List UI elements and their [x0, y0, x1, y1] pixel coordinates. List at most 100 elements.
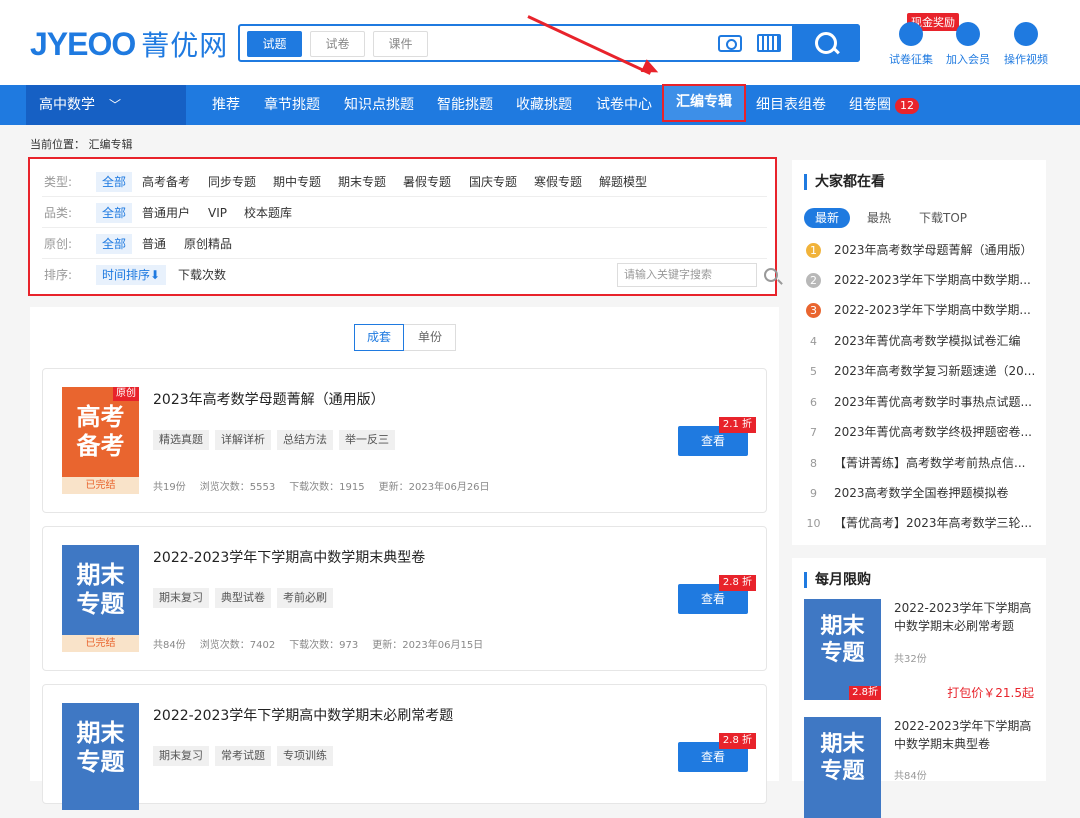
logo-latin: JYEOO	[30, 26, 136, 62]
trophy-icon	[899, 22, 923, 46]
hot-item-title: 【菁优高考】2023年高考数学三轮...	[834, 516, 1032, 530]
filter-option[interactable]: 全部	[96, 203, 133, 223]
vip-icon	[956, 22, 980, 46]
filter-option[interactable]: 解题模型	[599, 167, 647, 197]
album-title[interactable]: 2022-2023学年下学期高中数学期末必刷常考题	[153, 705, 453, 725]
play-icon	[1014, 22, 1038, 46]
sort-by-downloads[interactable]: 下载次数	[178, 260, 226, 290]
search-tab-papers[interactable]: 试卷	[310, 31, 365, 57]
search-tab-questions[interactable]: 试题	[247, 31, 302, 57]
album-title[interactable]: 2022-2023学年下学期高中数学期末典型卷	[153, 547, 425, 567]
filter-option[interactable]: 同步专题	[208, 167, 256, 197]
main-nav: 高中数学 ﹀ 推荐 章节挑题 知识点挑题 智能挑题 收藏挑题 试卷中心 汇编专辑 …	[0, 84, 1080, 125]
hot-item-title: 2022-2023学年下学期高中数学期...	[834, 303, 1031, 317]
camera-icon[interactable]	[718, 35, 742, 52]
keyword-search-input[interactable]: 请输入关键字搜索	[617, 263, 757, 287]
hot-item[interactable]: 6 2023年菁优高考数学时事热点试题...	[806, 393, 1041, 411]
medal-gold-icon: 1	[806, 243, 821, 258]
filter-option[interactable]: 国庆专题	[469, 167, 517, 197]
view-button[interactable]: 查看 2.1 折	[678, 417, 756, 456]
hot-title: 大家都在看	[804, 174, 885, 190]
site-logo[interactable]: JYEOO 菁优网	[30, 24, 228, 64]
toggle-single[interactable]: 单份	[405, 325, 455, 350]
join-member-link[interactable]: 加入会员	[938, 22, 998, 67]
album-tags: 精选真题 详解详析 总结方法 举一反三	[153, 430, 401, 450]
limited-cover[interactable]: 期末 专题	[804, 717, 881, 818]
nav-detail-table[interactable]: 细目表组卷	[756, 85, 826, 125]
hot-item[interactable]: 1 2023年高考数学母题菁解（通用版）	[806, 241, 1041, 259]
album-title[interactable]: 2023年高考数学母题菁解（通用版）	[153, 389, 385, 409]
limited-panel: 每月限购 期末 专题 2.8折 2022-2023学年下学期高中数学期末必刷常考…	[792, 558, 1046, 818]
hot-item[interactable]: 5 2023年高考数学复习新题速递（20...	[806, 362, 1041, 380]
paper-collection-link[interactable]: 试卷征集	[881, 22, 941, 67]
nav-chapter-pick[interactable]: 章节挑题	[264, 85, 320, 125]
album-meta: 共84份 浏览次数：7402 下载次数：973 更新：2023年06月15日	[153, 636, 497, 651]
filter-option[interactable]: 全部	[96, 234, 133, 254]
hot-item[interactable]: 3 2022-2023学年下学期高中数学期...	[806, 301, 1041, 319]
hot-item-title: 2023年菁优高考数学终极押题密卷...	[834, 425, 1032, 439]
hot-item[interactable]: 10 【菁优高考】2023年高考数学三轮...	[806, 514, 1041, 532]
search-icon[interactable]	[764, 268, 778, 282]
search-button[interactable]	[792, 24, 860, 62]
rank-number: 10	[806, 517, 821, 530]
limited-item-title[interactable]: 2022-2023学年下学期高中数学期末必刷常考题	[894, 599, 1039, 635]
subject-selector[interactable]: 高中数学 ﹀	[26, 85, 186, 125]
album-cover[interactable]: 期末 专题	[62, 703, 139, 810]
nav-compilation[interactable]: 汇编专辑	[662, 84, 746, 122]
search-tab-courseware[interactable]: 课件	[373, 31, 428, 57]
filter-option[interactable]: 全部	[96, 172, 133, 192]
album-cover[interactable]: 原创 高考 备考 已完结	[62, 387, 139, 494]
filter-option[interactable]: 暑假专题	[403, 167, 451, 197]
nav-knowledge-pick[interactable]: 知识点挑题	[344, 85, 414, 125]
filter-option[interactable]: 高考备考	[142, 167, 190, 197]
tab-download-top[interactable]: 下载TOP	[908, 208, 978, 228]
join-member-label: 加入会员	[946, 53, 990, 66]
nav-favorites-pick[interactable]: 收藏挑题	[516, 85, 572, 125]
header: JYEOO 菁优网 试题 试卷 课件 现金奖励 试卷征集 加入会员 操作视频	[0, 0, 1080, 85]
discount-badge: 2.8折	[849, 686, 881, 700]
hot-item[interactable]: 2 2022-2023学年下学期高中数学期...	[806, 271, 1041, 289]
keyboard-icon[interactable]	[757, 34, 781, 52]
album-cover[interactable]: 期末 专题 已完结	[62, 545, 139, 652]
view-button[interactable]: 查看 2.8 折	[678, 733, 756, 772]
hot-item[interactable]: 9 2023高考数学全国卷押题模拟卷	[806, 484, 1041, 502]
tab-hottest[interactable]: 最热	[856, 208, 902, 228]
filter-option[interactable]: 寒假专题	[534, 167, 582, 197]
cover-text: 期末	[820, 732, 865, 757]
filter-label: 品类:	[44, 206, 73, 220]
package-price: 打包价￥21.5起	[947, 686, 1034, 700]
doc-count: 共84份	[153, 640, 186, 651]
hot-item-title: 2022-2023学年下学期高中数学期...	[834, 273, 1031, 287]
filter-option[interactable]: 普通用户	[142, 198, 190, 228]
nav-paper-center[interactable]: 试卷中心	[596, 85, 652, 125]
filter-option[interactable]: 原创精品	[184, 229, 232, 259]
limited-cover[interactable]: 期末 专题 2.8折	[804, 599, 881, 700]
filter-option[interactable]: VIP	[208, 198, 227, 228]
paper-collection-label: 试卷征集	[889, 53, 933, 66]
tutorial-video-link[interactable]: 操作视频	[996, 22, 1056, 67]
sort-by-time[interactable]: 时间排序⬇	[96, 265, 167, 285]
filter-option[interactable]: 校本题库	[244, 198, 292, 228]
tag: 考前必刷	[277, 588, 333, 608]
nav-paper-circle[interactable]: 组卷圈 12	[849, 85, 919, 125]
hot-item[interactable]: 7 2023年菁优高考数学终极押题密卷...	[806, 423, 1041, 441]
tab-latest[interactable]: 最新	[804, 208, 851, 228]
set-toggle: 成套 单份	[354, 324, 456, 351]
filter-option[interactable]: 期中专题	[273, 167, 321, 197]
view-label: 查看	[700, 434, 725, 448]
nav-smart-pick[interactable]: 智能挑题	[437, 85, 493, 125]
filter-option[interactable]: 普通	[142, 229, 166, 259]
hot-item-title: 2023高考数学全国卷押题模拟卷	[834, 486, 1009, 500]
doc-count: 共19份	[153, 482, 186, 493]
filter-option[interactable]: 期末专题	[338, 167, 386, 197]
filter-row-category: 品类: 全部 普通用户 VIP 校本题库	[42, 198, 767, 228]
hot-tabs: 最新 最热 下载TOP	[804, 208, 984, 228]
nav-recommend[interactable]: 推荐	[212, 85, 240, 125]
view-button[interactable]: 查看 2.8 折	[678, 575, 756, 614]
view-count: 浏览次数：7402	[199, 640, 276, 651]
toggle-set[interactable]: 成套	[354, 324, 404, 351]
limited-item-title[interactable]: 2022-2023学年下学期高中数学期末典型卷	[894, 717, 1039, 753]
hot-item[interactable]: 8 【菁讲菁练】高考数学考前热点信...	[806, 454, 1041, 472]
cover-text: 期末	[76, 561, 125, 589]
hot-item[interactable]: 4 2023年菁优高考数学模拟试卷汇编	[806, 332, 1041, 350]
